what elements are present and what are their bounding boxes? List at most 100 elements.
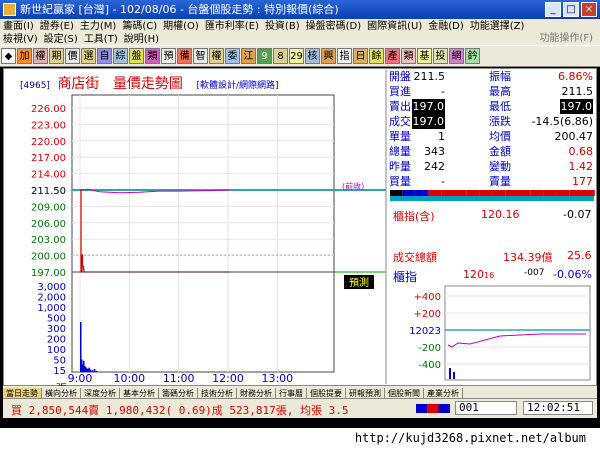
- quote-label: 買量: [389, 175, 411, 188]
- volume-bar: [86, 368, 89, 372]
- tab-0[interactable]: 當日走勢: [3, 388, 42, 398]
- quote-row: 賣出 197.0 最低 197.0: [389, 99, 595, 114]
- quote-value: 6.86%: [558, 70, 593, 83]
- price-tick-label: 217.00: [31, 153, 66, 164]
- mini-index-label: 櫃指: [393, 270, 418, 284]
- mini-tick-label: +400: [414, 292, 441, 303]
- quote-value: 343: [424, 145, 445, 158]
- volume-bar: [88, 367, 90, 372]
- mini-index-chart: [444, 285, 591, 381]
- tab-3[interactable]: 基本分析: [120, 388, 159, 398]
- volume-tick-label: 2,000: [37, 293, 66, 304]
- analysis-tabs: 當日走勢 橫向分析 深度分析 基本分析 籌碼分析 技術分析 財務分析 行事曆 個股提要 研報預測個…: [3, 386, 597, 398]
- price-tick-label: 214.00: [31, 170, 66, 181]
- index-label: 櫃指(含): [393, 210, 435, 223]
- watermark-url: http://kujd3268.pixnet.net/album: [354, 431, 586, 445]
- quote-value: 197.0: [411, 114, 445, 129]
- strength-strip: [492, 190, 506, 196]
- quote-label: 賣出: [389, 100, 411, 113]
- mini-volume-bar: [453, 372, 455, 379]
- volume-tick-label: 3,000: [37, 282, 66, 293]
- quote-label: 漲跌: [489, 115, 511, 128]
- mini-index-value: 12016: [463, 268, 495, 281]
- price-tick-label: 220.00: [31, 137, 66, 148]
- mini-tick-label: -400: [418, 360, 441, 371]
- strength-strip: [543, 190, 557, 196]
- tab-6[interactable]: 財務分析: [237, 388, 276, 398]
- price-tick-label: 206.00: [31, 219, 66, 230]
- tab-1[interactable]: 橫向分析: [42, 388, 81, 398]
- quote-row: 買量 - 賣量 177: [389, 174, 595, 189]
- volume-bar: [93, 368, 96, 372]
- quote-row: 成交 197.0 漲跌 -14.5(6.86): [389, 114, 595, 129]
- volume-tick-label: 50: [53, 356, 66, 367]
- tab-2[interactable]: 深度分析: [81, 388, 120, 398]
- time-tick-label: 11:00: [163, 372, 195, 385]
- quote-value: 211.5: [561, 85, 594, 98]
- strength-strip: [582, 190, 595, 196]
- tab-5[interactable]: 技術分析: [198, 388, 237, 398]
- chart-frame: [71, 94, 335, 373]
- quote-label: 賣量: [489, 175, 511, 188]
- volume-tick-label: 1,000: [37, 303, 66, 314]
- tab-7[interactable]: 行事曆: [276, 388, 307, 398]
- buy-sell-bar: [416, 404, 450, 413]
- mini-tick-label: -200: [418, 343, 441, 354]
- strength-strip: [402, 190, 416, 196]
- quote-label: 買進: [389, 85, 411, 98]
- strength-strip: [415, 190, 429, 196]
- price-volume-chart: 226.00 223.00 220.00 217.00 214.00 211.50 209.…: [31, 70, 595, 395]
- trade-summary: 買 2,850,544賣 1,980,432( 0.69)成 523,817張,…: [11, 404, 349, 417]
- turnover-change: 25.6: [567, 249, 592, 262]
- quote-label: 均價: [489, 130, 511, 143]
- strength-strip: [390, 190, 403, 196]
- index-change: -0.07: [563, 208, 592, 221]
- quote-value: 211.5: [413, 70, 446, 83]
- quote-value: -14.5(6.86): [531, 115, 593, 128]
- quote-value: 200.47: [554, 130, 594, 143]
- clock: 12:02:51: [523, 401, 593, 415]
- mini-index-change: -007: [524, 268, 545, 278]
- quote-label: 總量: [389, 145, 411, 158]
- quote-value: 197.0: [411, 99, 445, 114]
- index-row: 櫃指(含) 120.16 -0.07: [393, 208, 591, 223]
- strength-strip: [441, 190, 454, 196]
- tab-9[interactable]: 研報預測: [346, 388, 385, 398]
- quote-value: 1.42: [568, 160, 594, 173]
- price-tick-label: 223.00: [31, 120, 66, 131]
- quote-row: 買進 - 最高 211.5: [389, 84, 595, 99]
- turnover-row: 成交總額 134.39億 25.6: [393, 249, 592, 264]
- price-tick-label: 200.00: [31, 252, 66, 263]
- quote-label: 最高: [489, 85, 511, 98]
- tab-8[interactable]: 個股提要: [307, 388, 346, 398]
- price-tick-label: 211.50: [31, 186, 66, 197]
- quote-panel: 開盤 211.5 振幅 6.86% 買進 - 最高 211.5 賣出 197.0 最低 197.0 成交…: [389, 69, 595, 189]
- quote-value: 1: [438, 130, 445, 143]
- strength-strip: [556, 190, 570, 196]
- quote-value: 197.0: [559, 99, 593, 114]
- strength-strip: [454, 190, 467, 196]
- mini-tick-label: 12023: [409, 326, 441, 337]
- strength-strip: [505, 190, 518, 196]
- mini-index-header: 櫃指 12016 -007 -0.06%: [393, 268, 592, 284]
- time-tick-label: 10:00: [113, 372, 145, 385]
- quote-label: 最低: [489, 100, 511, 113]
- volume-tick-label: 300: [47, 324, 66, 335]
- price-tick-label: 226.00: [31, 104, 66, 115]
- volume-tick-label: 15: [53, 366, 66, 377]
- volume-tick-label: 100: [47, 345, 66, 356]
- quote-value: 0.68: [568, 145, 594, 158]
- tab-11[interactable]: 產業分析: [424, 388, 463, 398]
- code-field[interactable]: 001: [455, 401, 517, 415]
- quote-row: 單量 1 均價 200.47: [389, 129, 595, 144]
- mini-index-pct: -0.06%: [553, 268, 592, 281]
- tab-10[interactable]: 個股新聞: [385, 388, 424, 398]
- tab-4[interactable]: 籌碼分析: [159, 388, 198, 398]
- price-tick-label: 203.00: [31, 235, 66, 246]
- time-tick-label: 12:00: [212, 372, 244, 385]
- quote-value: -: [441, 175, 445, 188]
- predict-button[interactable]: 預測: [344, 275, 374, 289]
- turnover-label: 成交總額: [393, 251, 437, 264]
- price-tick-label: 209.00: [31, 202, 66, 213]
- quote-label: 金額: [489, 145, 511, 158]
